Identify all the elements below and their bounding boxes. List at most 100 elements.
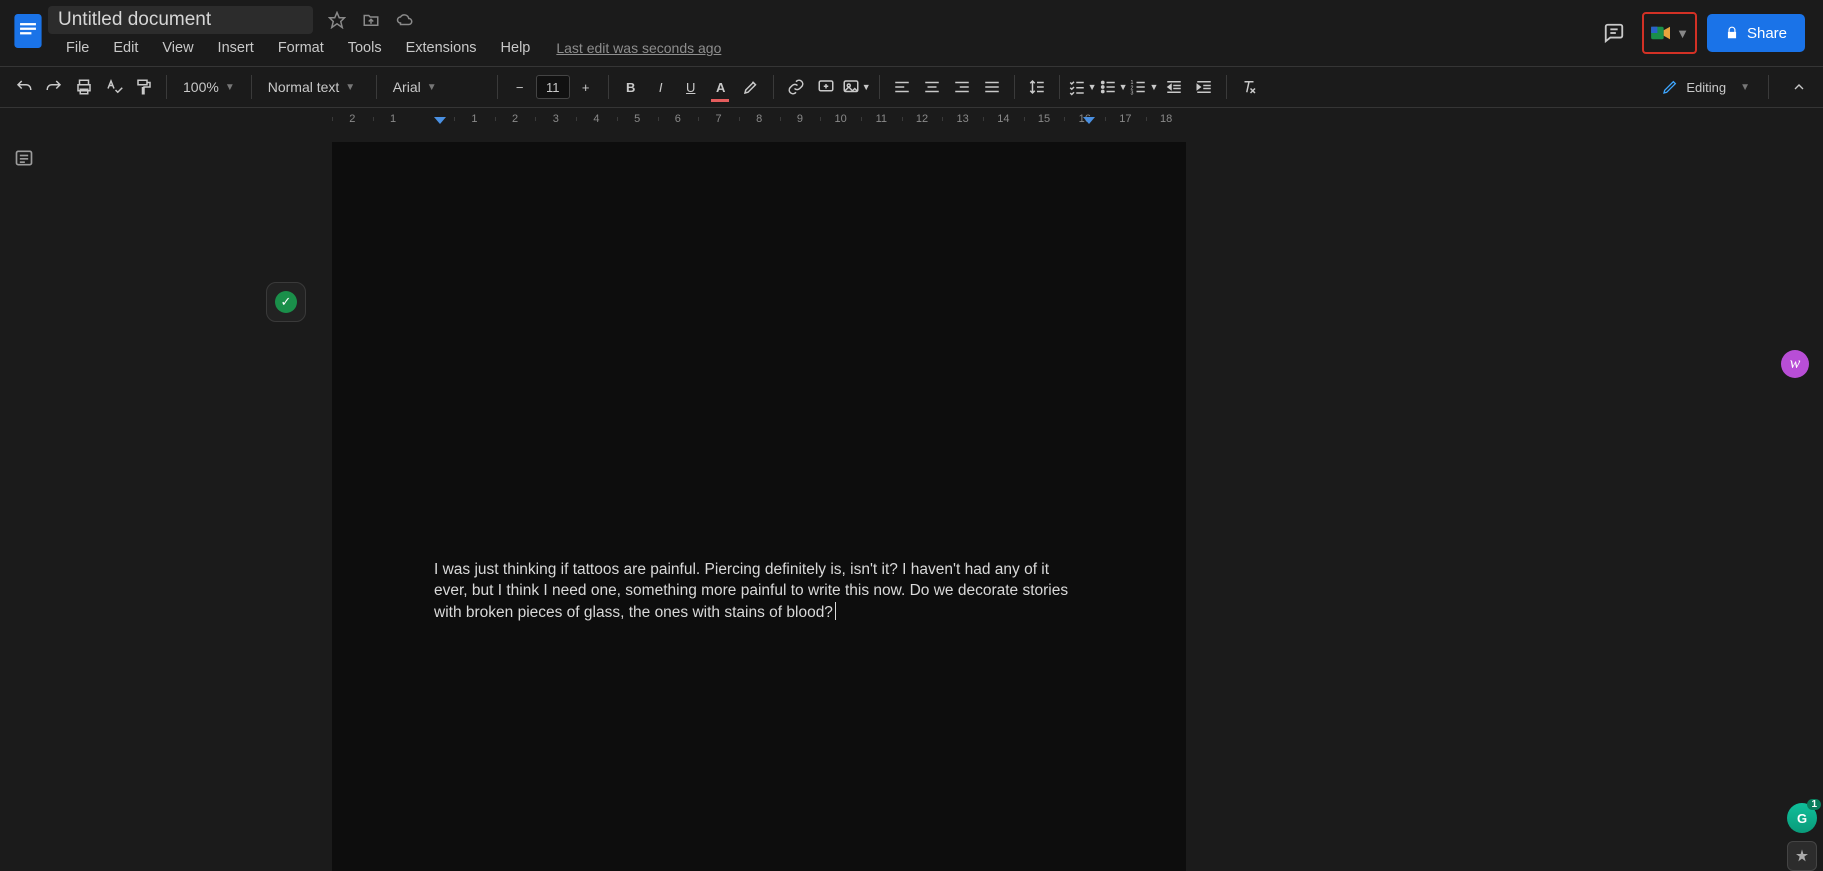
insert-comment-button[interactable] [812, 73, 840, 101]
comment-history-icon[interactable] [1596, 15, 1632, 51]
menu-insert[interactable]: Insert [210, 36, 262, 60]
spelling-ok-bubble[interactable]: ✓ [266, 282, 306, 322]
ruler-tick: 18 [1146, 113, 1187, 125]
editing-mode-button[interactable]: Editing ▼ [1652, 72, 1760, 102]
ruler-tick: 3 [535, 113, 576, 125]
separator [166, 75, 167, 99]
separator [608, 75, 609, 99]
grammarly-badge: 1 [1807, 799, 1821, 810]
ruler-tick: 17 [1105, 113, 1146, 125]
undo-button[interactable] [10, 73, 38, 101]
menu-help[interactable]: Help [493, 36, 539, 60]
share-label: Share [1747, 25, 1787, 42]
ruler-tick: 1 [373, 113, 414, 125]
ruler-tick: 7 [698, 113, 739, 125]
align-justify-button[interactable] [978, 73, 1006, 101]
menu-edit[interactable]: Edit [105, 36, 146, 60]
paint-format-button[interactable] [130, 73, 158, 101]
menu-format[interactable]: Format [270, 36, 332, 60]
svg-text:3: 3 [1131, 91, 1134, 97]
underline-button[interactable]: U [677, 73, 705, 101]
line-spacing-button[interactable] [1023, 73, 1051, 101]
zoom-dropdown[interactable]: 100%▼ [175, 73, 243, 101]
insert-image-button[interactable]: ▼ [842, 73, 871, 101]
numbered-list-button[interactable]: 123▼ [1129, 73, 1158, 101]
ruler-tick: 13 [942, 113, 983, 125]
cloud-status-icon[interactable] [395, 10, 415, 30]
header-right: ▼ Share [1596, 6, 1815, 54]
menu-tools[interactable]: Tools [340, 36, 390, 60]
chevron-down-icon: ▼ [862, 82, 871, 92]
document-page[interactable]: I was just thinking if tattoos are painf… [332, 142, 1186, 871]
ruler-tick: 6 [658, 113, 699, 125]
checklist-button[interactable]: ▼ [1068, 73, 1097, 101]
ruler-tick: 11 [861, 113, 902, 125]
document-title-input[interactable] [48, 6, 313, 34]
redo-button[interactable] [40, 73, 68, 101]
explore-button[interactable] [1787, 841, 1817, 871]
style-dropdown[interactable]: Normal text▼ [260, 73, 368, 101]
ruler-tick: 14 [983, 113, 1024, 125]
align-center-button[interactable] [918, 73, 946, 101]
app-header: File Edit View Insert Format Tools Exten… [0, 0, 1823, 66]
wordtune-icon[interactable]: w [1781, 350, 1809, 378]
menu-file[interactable]: File [58, 36, 97, 60]
document-canvas[interactable]: I was just thinking if tattoos are painf… [48, 130, 1823, 871]
decrease-indent-button[interactable] [1160, 73, 1188, 101]
document-body-text[interactable]: I was just thinking if tattoos are painf… [434, 560, 1084, 624]
outline-toggle-icon[interactable] [8, 142, 40, 174]
font-dropdown[interactable]: Arial▼ [385, 73, 489, 101]
text-color-button[interactable]: A [707, 73, 735, 101]
share-button[interactable]: Share [1707, 14, 1805, 52]
left-indent-marker[interactable] [434, 117, 446, 124]
star-icon[interactable] [327, 10, 347, 30]
last-edit-link[interactable]: Last edit was seconds ago [556, 40, 721, 56]
italic-button[interactable]: I [647, 73, 675, 101]
hide-menus-button[interactable] [1785, 73, 1813, 101]
chevron-down-icon: ▼ [427, 82, 437, 93]
ruler[interactable]: 21123456789101112131415161718 [0, 108, 1823, 130]
increase-font-size-button[interactable]: + [572, 73, 600, 101]
toolbar: 100%▼ Normal text▼ Arial▼ − 11 + B I U A… [0, 66, 1823, 108]
separator [376, 75, 377, 99]
grammarly-icon[interactable]: G 1 [1787, 803, 1817, 833]
menu-extensions[interactable]: Extensions [398, 36, 485, 60]
separator [879, 75, 880, 99]
menu-bar: File Edit View Insert Format Tools Exten… [48, 34, 721, 66]
ruler-tick: 15 [1024, 113, 1065, 125]
chevron-down-icon: ▼ [345, 82, 355, 93]
bottom-right-widgets: G 1 [1787, 803, 1817, 871]
bulleted-list-button[interactable]: ▼ [1099, 73, 1128, 101]
right-indent-marker[interactable] [1083, 117, 1095, 124]
separator [497, 75, 498, 99]
align-left-button[interactable] [888, 73, 916, 101]
ruler-tick: 8 [739, 113, 780, 125]
separator [1768, 75, 1769, 99]
move-icon[interactable] [361, 10, 381, 30]
title-area: File Edit View Insert Format Tools Exten… [48, 6, 721, 66]
insert-link-button[interactable] [782, 73, 810, 101]
clear-formatting-button[interactable] [1235, 73, 1263, 101]
font-size-group: − 11 + [506, 73, 600, 101]
docs-logo-icon[interactable] [8, 6, 48, 56]
ruler-tick: 9 [780, 113, 821, 125]
right-widgets: w [1781, 350, 1809, 378]
meet-icon [1650, 24, 1672, 42]
bold-button[interactable]: B [617, 73, 645, 101]
left-sidebar [0, 130, 48, 871]
ruler-tick: 10 [820, 113, 861, 125]
font-size-input[interactable]: 11 [536, 75, 570, 99]
meet-button[interactable]: ▼ [1642, 12, 1697, 54]
ruler-tick: 2 [332, 113, 373, 125]
separator [251, 75, 252, 99]
chevron-down-icon: ▼ [1088, 82, 1097, 92]
check-icon: ✓ [275, 291, 297, 313]
increase-indent-button[interactable] [1190, 73, 1218, 101]
align-right-button[interactable] [948, 73, 976, 101]
chevron-down-icon: ▼ [1740, 82, 1750, 93]
print-button[interactable] [70, 73, 98, 101]
menu-view[interactable]: View [154, 36, 201, 60]
highlight-button[interactable] [737, 73, 765, 101]
decrease-font-size-button[interactable]: − [506, 73, 534, 101]
spellcheck-button[interactable] [100, 73, 128, 101]
